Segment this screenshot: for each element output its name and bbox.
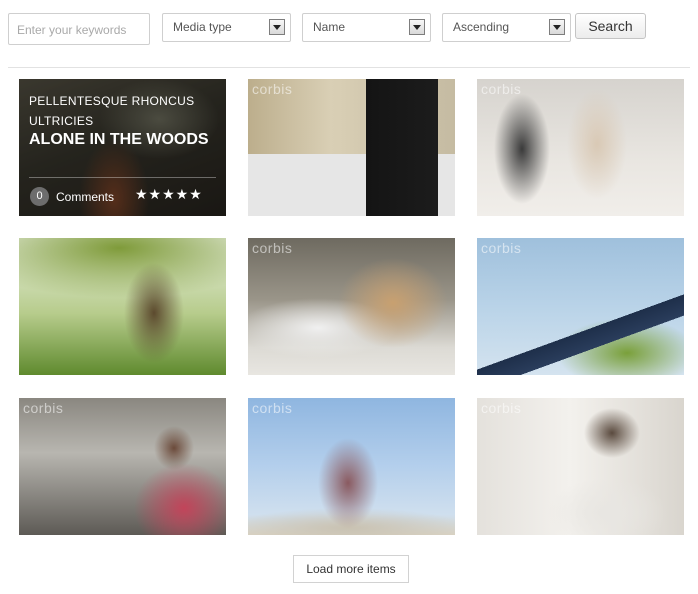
comments-link[interactable]: Comments	[56, 190, 114, 204]
sort-order-select[interactable]: Ascending	[442, 13, 571, 42]
watermark-text: corbis	[252, 81, 293, 97]
toolbar-divider	[8, 67, 690, 68]
watermark-text: corbis	[481, 400, 522, 416]
media-type-select-label: Media type	[173, 20, 232, 34]
gallery-photo	[19, 238, 226, 375]
chevron-down-icon[interactable]	[409, 19, 425, 35]
gallery-item-featured[interactable]: PELLENTESQUE RHONCUS ULTRICIES ALONE IN …	[19, 79, 226, 216]
chevron-down-icon[interactable]	[549, 19, 565, 35]
gallery-photo	[477, 398, 684, 535]
gallery-photo	[477, 238, 684, 375]
watermark-text: corbis	[252, 240, 293, 256]
media-type-select[interactable]: Media type	[162, 13, 291, 42]
watermark-text: corbis	[23, 400, 64, 416]
gallery-item[interactable]: corbis	[477, 398, 684, 535]
chevron-down-icon[interactable]	[269, 19, 285, 35]
gallery-item[interactable]: corbis	[248, 398, 455, 535]
search-button[interactable]: Search	[575, 13, 646, 39]
featured-subtitle: PELLENTESQUE RHONCUS ULTRICIES	[29, 94, 195, 128]
gallery-item[interactable]: corbis	[248, 79, 455, 216]
watermark-text: corbis	[481, 81, 522, 97]
search-input[interactable]	[8, 13, 150, 45]
gallery-photo	[248, 398, 455, 535]
sort-order-select-label: Ascending	[453, 20, 510, 34]
load-more-button[interactable]: Load more items	[293, 555, 409, 583]
gallery-item[interactable]: corbis	[248, 238, 455, 375]
star-rating[interactable]: ★★★★★	[135, 186, 203, 203]
gallery-item[interactable]: corbis	[477, 238, 684, 375]
featured-divider	[29, 177, 216, 178]
watermark-text: corbis	[252, 400, 293, 416]
sort-field-select-label: Name	[313, 20, 346, 34]
gallery-item[interactable]: corbis	[477, 79, 684, 216]
gallery-photo	[477, 79, 684, 216]
gallery-photo	[248, 238, 455, 375]
gallery-item[interactable]: corbis	[19, 398, 226, 535]
sort-field-select[interactable]: Name	[302, 13, 431, 42]
gallery-item[interactable]	[19, 238, 226, 375]
watermark-text: corbis	[481, 240, 522, 256]
comment-count-badge: 0	[30, 187, 49, 206]
featured-title[interactable]: ALONE IN THE WOODS	[29, 131, 209, 149]
gallery-photo	[248, 79, 455, 216]
gallery-photo	[19, 398, 226, 535]
